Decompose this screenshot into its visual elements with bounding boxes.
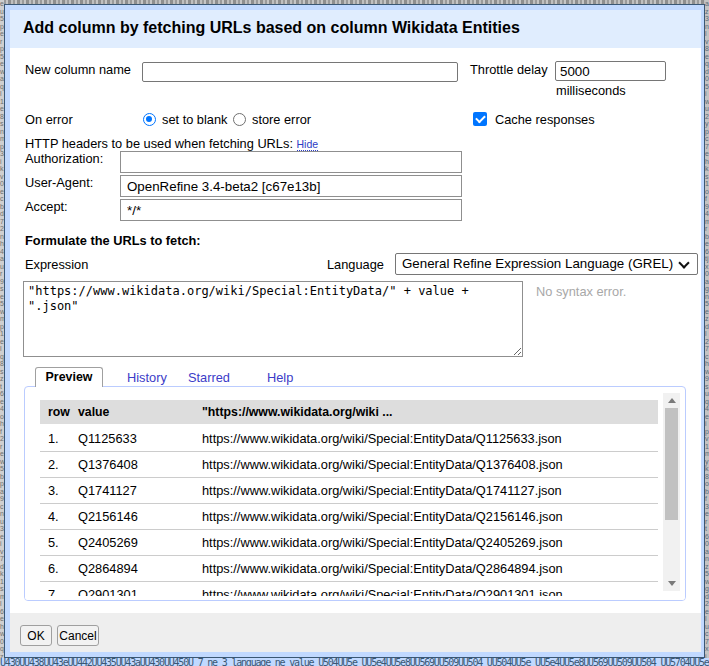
on-error-label: On error (25, 112, 73, 128)
row-value: Q2864894 (78, 556, 138, 581)
row-value: Q1376408 (78, 452, 138, 477)
expression-textarea[interactable]: "https://www.wikidata.org/wiki/Special:E… (23, 281, 523, 357)
throttle-unit-label: milliseconds (556, 83, 626, 99)
dialog-title: Add column by fetching URLs based on col… (23, 19, 520, 37)
tab-help[interactable]: Help (267, 370, 293, 386)
row-value: Q2405269 (78, 530, 138, 555)
language-select-value: General Refine Expression Language (GREL… (402, 256, 673, 271)
authorization-input[interactable] (120, 151, 462, 173)
row-num: 4. (48, 504, 59, 529)
language-label: Language (327, 257, 384, 273)
column-header-value: value (78, 404, 109, 420)
preview-scrollbar[interactable] (663, 393, 680, 591)
new-column-name-input[interactable] (142, 62, 458, 82)
tab-history[interactable]: History (127, 370, 167, 386)
row-url: https://www.wikidata.org/wiki/Special:En… (202, 426, 562, 451)
http-headers-label-text: HTTP headers to be used when fetching UR… (25, 136, 293, 151)
row-num: 2. (48, 452, 59, 477)
table-row: 1. Q1125633 https://www.wikidata.org/wik… (40, 426, 658, 452)
throttle-delay-input[interactable] (555, 61, 666, 81)
authorization-label: Authorization: (25, 151, 103, 167)
ok-button[interactable]: OK (20, 625, 52, 646)
language-select[interactable]: General Refine Expression Language (GREL… (395, 253, 698, 275)
table-row: 4. Q2156146 https://www.wikidata.org/wik… (40, 504, 658, 530)
row-value: Q1125633 (78, 426, 137, 451)
scrollbar-down-arrow-icon[interactable] (668, 581, 676, 586)
row-url: https://www.wikidata.org/wiki/Special:En… (202, 556, 563, 581)
cancel-button[interactable]: Cancel (57, 625, 99, 646)
tab-starred[interactable]: Starred (188, 370, 230, 386)
store-error-radio[interactable] (233, 113, 246, 126)
preview-table-header: row value "https://www.wikidata.org/wiki… (40, 400, 658, 424)
row-num: 3. (48, 478, 59, 503)
accept-label: Accept: (25, 199, 68, 215)
row-url: https://www.wikidata.org/wiki/Special:En… (202, 478, 562, 503)
table-row: 6. Q2864894 https://www.wikidata.org/wik… (40, 556, 658, 582)
syntax-status: No syntax error. (536, 284, 626, 300)
row-clip-cover (25, 596, 685, 601)
page-behind-right-edge: az3nlv8eqd05iwu2ypc7ehks1of94mrbe6tjx0ag… (705, 0, 709, 658)
user-agent-label: User-Agent: (25, 175, 93, 191)
row-url: https://www.wikidata.org/wiki/Special:En… (202, 530, 563, 555)
set-to-blank-label[interactable]: set to blank (162, 112, 227, 128)
row-value: Q1741127 (78, 478, 137, 503)
cache-responses-checkbox[interactable] (473, 112, 487, 126)
throttle-delay-label: Throttle delay (470, 62, 548, 78)
row-url: https://www.wikidata.org/wiki/Special:En… (202, 504, 563, 529)
formulate-urls-label: Formulate the URLs to fetch: (25, 233, 201, 249)
table-row: 2. Q1376408 https://www.wikidata.org/wik… (40, 452, 658, 478)
scrollbar-up-arrow-icon[interactable] (668, 398, 676, 403)
hide-headers-link[interactable]: Hide (297, 138, 319, 151)
preview-panel: row value "https://www.wikidata.org/wiki… (24, 386, 686, 601)
column-header-row: row (48, 404, 70, 420)
dialog-footer (10, 613, 701, 652)
user-agent-input[interactable] (120, 175, 462, 197)
accept-input[interactable] (120, 199, 462, 221)
table-row: 5. Q2405269 https://www.wikidata.org/wik… (40, 530, 658, 556)
row-num: 6. (48, 556, 59, 581)
row-num: 5. (48, 530, 59, 555)
page-behind-bottom-edge: U430UU438UU43eUU442UU435UU43aUU430UU450U… (0, 658, 709, 666)
table-row: 3. Q1741127 https://www.wikidata.org/wik… (40, 478, 658, 504)
expression-label: Expression (25, 257, 88, 273)
row-num: 1. (48, 426, 59, 451)
chevron-down-icon (678, 257, 689, 268)
http-headers-label: HTTP headers to be used when fetching UR… (25, 136, 318, 152)
store-error-label[interactable]: store error (252, 112, 311, 128)
column-header-url: "https://www.wikidata.org/wiki ... (202, 404, 393, 420)
new-column-name-label: New column name (25, 62, 131, 78)
scrollbar-thumb[interactable] (665, 408, 678, 520)
cache-responses-label[interactable]: Cache responses (495, 112, 595, 128)
row-value: Q2156146 (78, 504, 138, 529)
row-url: https://www.wikidata.org/wiki/Special:En… (202, 452, 563, 477)
tab-preview[interactable]: Preview (35, 367, 103, 387)
set-to-blank-radio[interactable] (143, 113, 156, 126)
